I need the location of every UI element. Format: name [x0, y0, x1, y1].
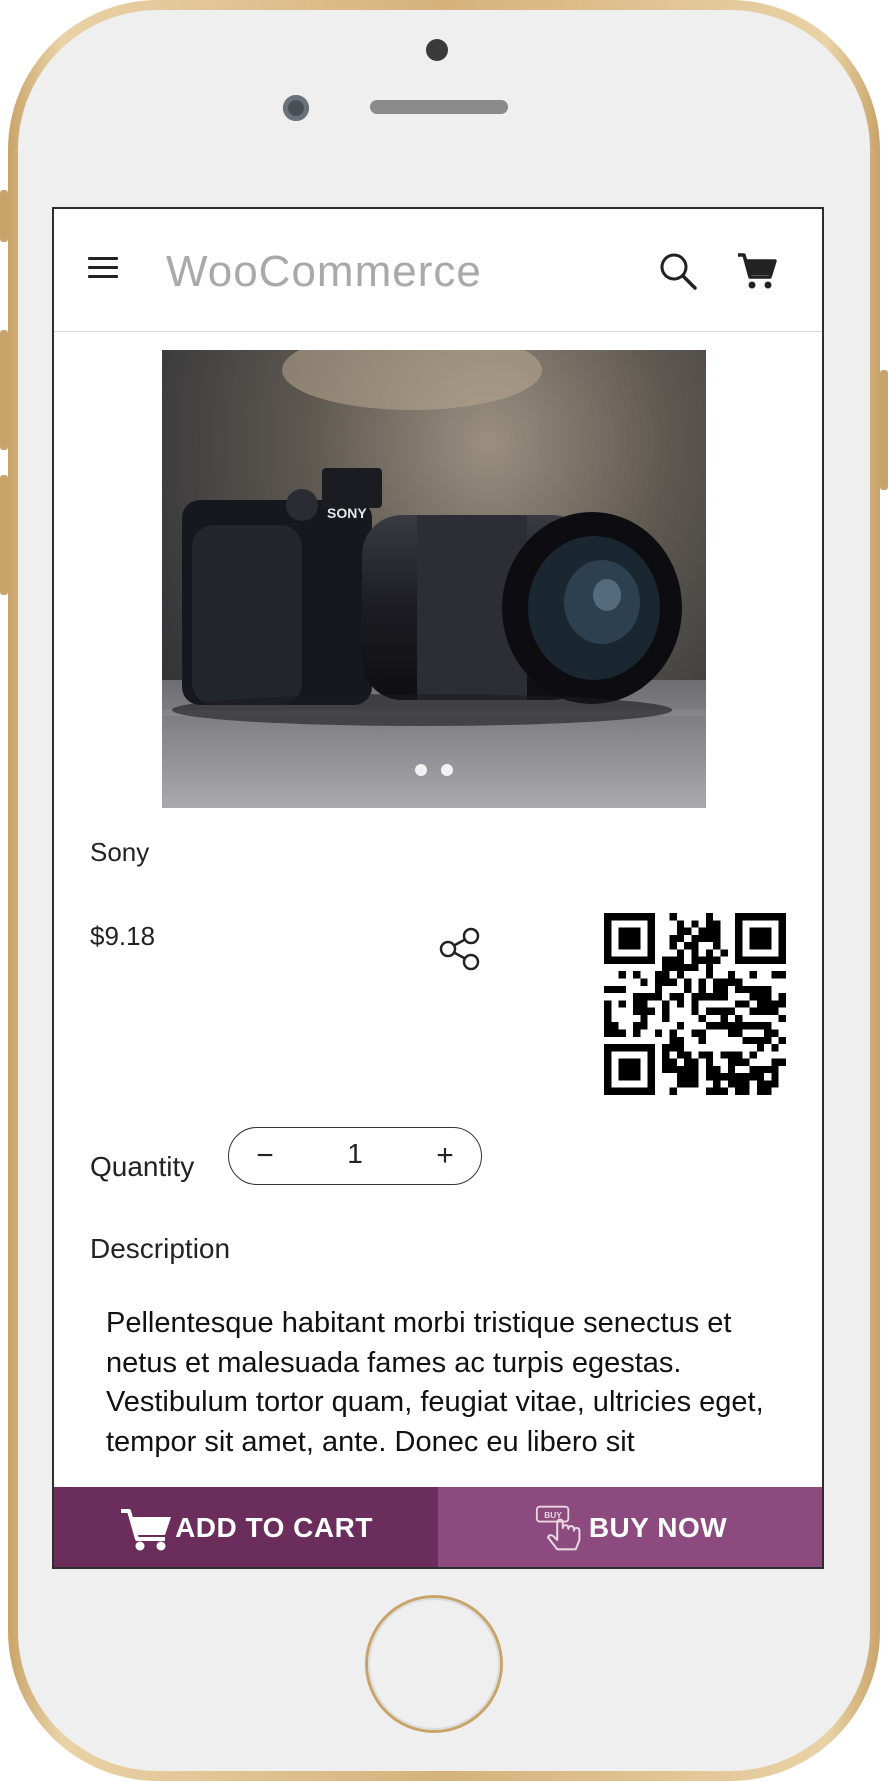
carousel-dot[interactable]: [441, 764, 453, 776]
app-title: WooCommerce: [166, 247, 482, 296]
camera-photo: SONY: [162, 350, 706, 808]
product-price: $9.18: [90, 921, 156, 951]
bottom-action-bar: ADD TO CART BUY BUY NOW: [54, 1487, 822, 1567]
description-label: Description: [90, 1233, 231, 1264]
app-bar: WooCommerce: [54, 209, 822, 332]
cart-add-icon: [121, 1509, 172, 1551]
hamburger-menu-icon[interactable]: [88, 257, 118, 281]
mute-switch: [0, 190, 8, 242]
buy-now-label: BUY NOW: [588, 1512, 728, 1543]
quantity-label: Quantity: [90, 1151, 195, 1182]
increase-quantity-button[interactable]: +: [425, 1136, 465, 1176]
product-brand: Sony: [90, 837, 150, 867]
app-screen: WooCommerce SONY Sony $9.18 Quantity − 1…: [52, 207, 824, 1569]
decrease-quantity-button[interactable]: −: [245, 1136, 285, 1176]
share-icon[interactable]: [438, 927, 482, 971]
qr-code: [604, 913, 786, 1095]
shopping-cart-icon[interactable]: [736, 251, 778, 291]
front-camera: [283, 95, 309, 121]
svg-text:SONY: SONY: [327, 505, 367, 521]
buy-pointer-icon: BUY: [535, 1505, 581, 1551]
product-image-carousel[interactable]: SONY: [162, 350, 706, 808]
earpiece-speaker: [370, 100, 508, 114]
add-to-cart-label: ADD TO CART: [175, 1512, 373, 1543]
buy-now-button[interactable]: BUY BUY NOW: [438, 1487, 822, 1567]
proximity-sensor: [426, 39, 448, 61]
add-to-cart-button[interactable]: ADD TO CART: [54, 1487, 438, 1567]
power-button: [880, 370, 888, 490]
search-icon[interactable]: [658, 251, 698, 291]
quantity-stepper: − 1 +: [228, 1127, 482, 1185]
home-button[interactable]: [368, 1598, 500, 1730]
svg-text:BUY: BUY: [544, 1510, 562, 1520]
carousel-indicator: [162, 763, 706, 781]
volume-up-button: [0, 330, 8, 450]
carousel-dot[interactable]: [415, 764, 427, 776]
volume-down-button: [0, 475, 8, 595]
quantity-value[interactable]: 1: [289, 1138, 421, 1170]
description-text: Pellentesque habitant morbi tristique se…: [106, 1307, 764, 1458]
